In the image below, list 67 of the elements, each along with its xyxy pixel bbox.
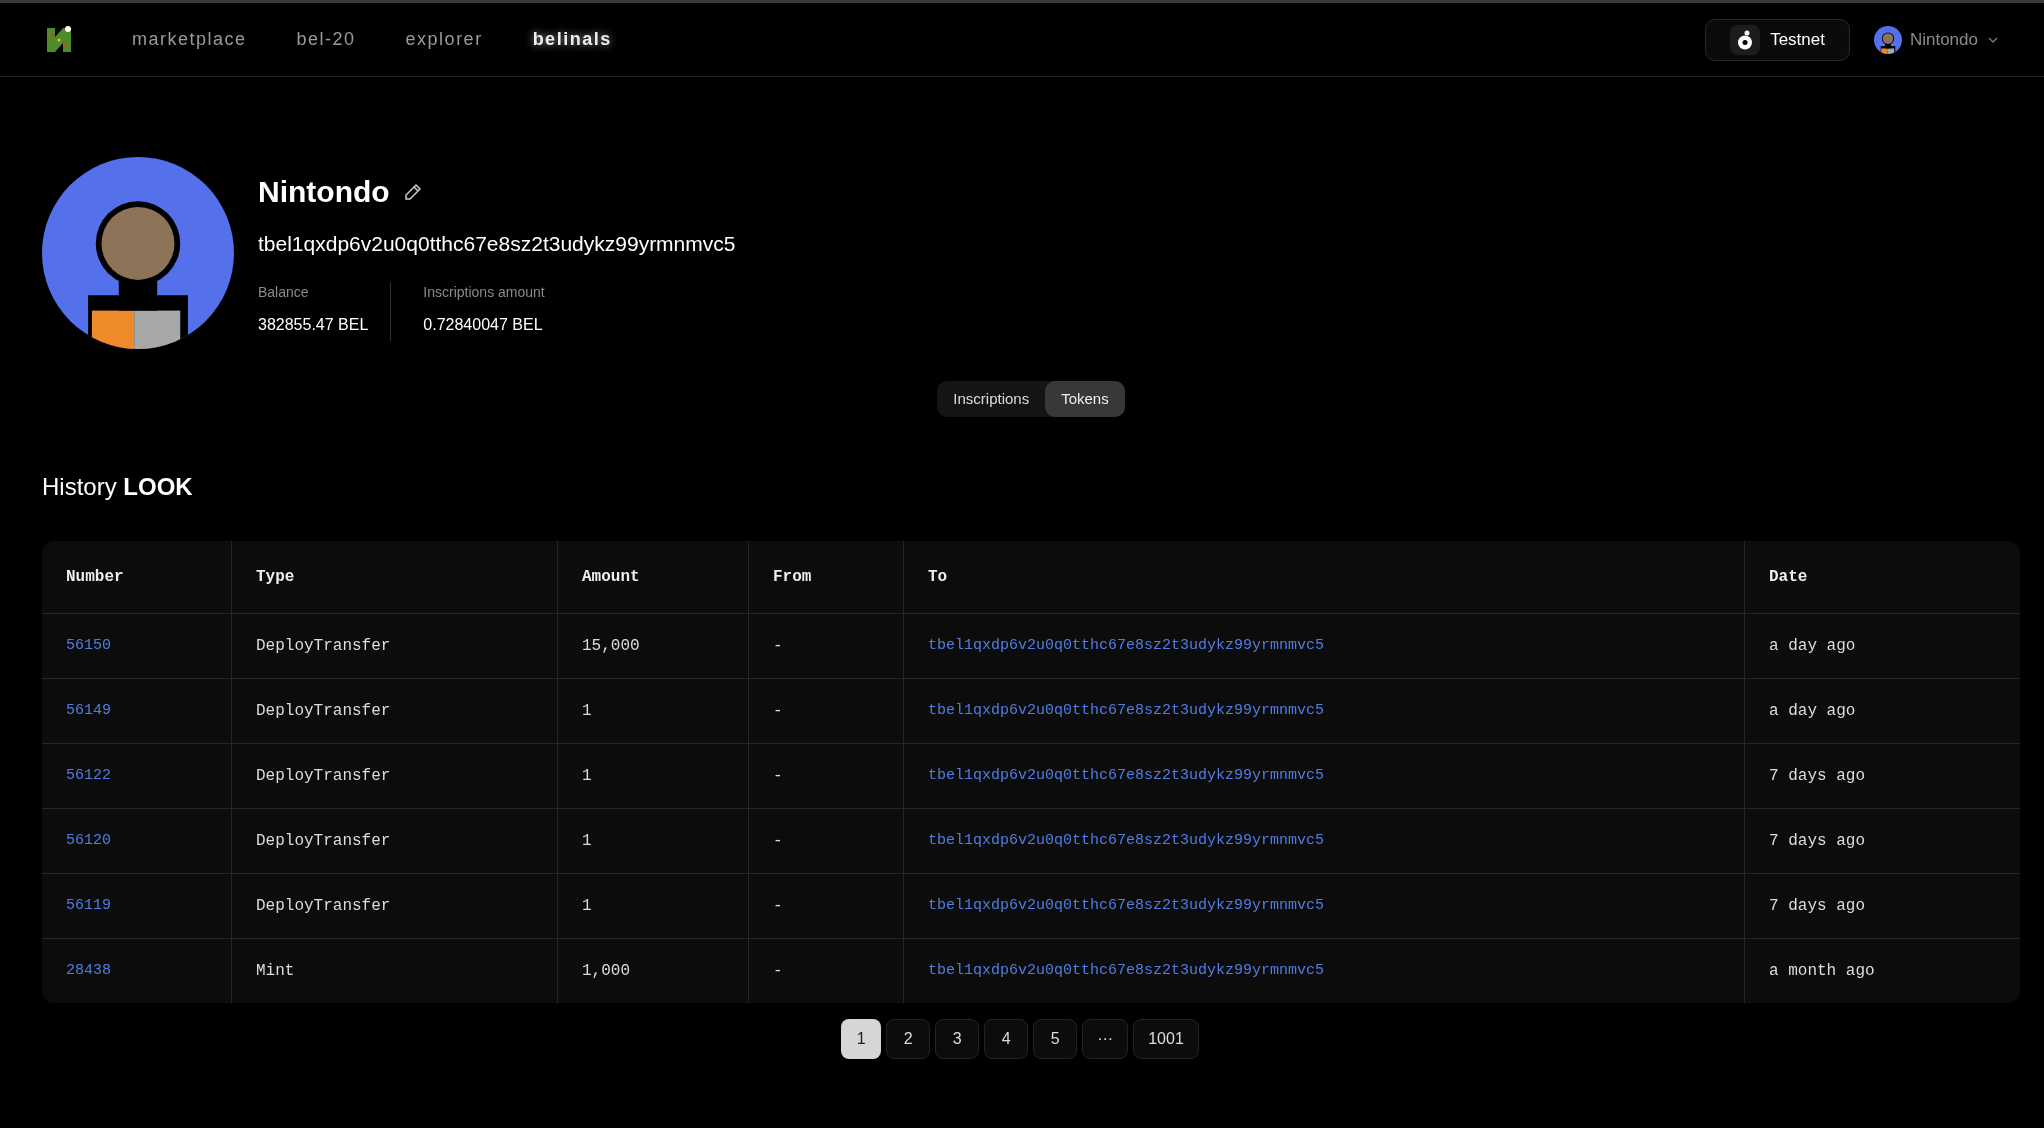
nav-link[interactable]: marketplace: [132, 26, 247, 53]
number-link[interactable]: 56150: [66, 634, 111, 658]
table-cell-text: DeployTransfer: [256, 831, 391, 852]
avatar-icon: [1873, 25, 1902, 54]
table-cell-text: -: [773, 701, 783, 722]
wallet-address: tbel1qxdp6v2u0q0tthc67e8sz2t3udykz99yrmnmvc5: [258, 231, 736, 257]
number-link[interactable]: 28438: [66, 959, 111, 983]
pencil-icon[interactable]: [403, 182, 422, 201]
address-link[interactable]: tbel1qxdp6v2u0q0tthc67e8sz2t3udykz99yrmnmvc5: [928, 764, 1325, 788]
page-button[interactable]: ···: [1082, 1019, 1129, 1059]
column-header: Type: [256, 567, 295, 588]
column-header: Number: [66, 567, 124, 588]
table-cell-text: DeployTransfer: [256, 766, 391, 787]
nav-link[interactable]: belinals: [532, 26, 612, 53]
address-link[interactable]: tbel1qxdp6v2u0q0tthc67e8sz2t3udykz99yrmnmvc5: [928, 634, 1325, 658]
page-button[interactable]: 4: [984, 1019, 1029, 1059]
stat-value: 382855.47 BEL: [258, 314, 369, 335]
stat-label: Balance: [258, 282, 310, 302]
address-link[interactable]: tbel1qxdp6v2u0q0tthc67e8sz2t3udykz99yrmnmvc5: [928, 699, 1325, 723]
table-cell-text: -: [773, 831, 783, 852]
table-cell-text: 7 days ago: [1769, 766, 1865, 787]
table-cell-text: 1: [582, 831, 592, 852]
nav-link[interactable]: bel-20: [296, 26, 356, 53]
section-title: History LOOK: [42, 472, 194, 502]
table-cell-text: Mint: [256, 961, 295, 982]
page-button[interactable]: 2: [886, 1019, 931, 1059]
table-cell-text: DeployTransfer: [256, 896, 391, 917]
tab[interactable]: Tokens: [1045, 381, 1125, 417]
table-cell-text: a day ago: [1769, 701, 1856, 722]
number-link[interactable]: 56149: [66, 699, 111, 723]
table-cell-text: 1: [582, 701, 592, 722]
table-cell-text: DeployTransfer: [256, 636, 391, 657]
table-cell-text: 15,000: [582, 636, 640, 657]
table-cell-text: 1: [582, 766, 592, 787]
profile-name: Nintondo: [258, 174, 390, 210]
address-link[interactable]: tbel1qxdp6v2u0q0tthc67e8sz2t3udykz99yrmnmvc5: [928, 829, 1325, 853]
column-header: Date: [1769, 567, 1808, 588]
page-button[interactable]: 1: [841, 1019, 882, 1059]
column-header: Amount: [582, 567, 640, 588]
column-header: From: [773, 567, 812, 588]
stat-label: Inscriptions amount: [423, 282, 545, 302]
page-button[interactable]: 3: [935, 1019, 980, 1059]
address-link[interactable]: tbel1qxdp6v2u0q0tthc67e8sz2t3udykz99yrmnmvc5: [928, 959, 1325, 983]
table-cell-text: -: [773, 896, 783, 917]
nav-link[interactable]: explorer: [405, 26, 483, 53]
page-button[interactable]: 5: [1033, 1019, 1078, 1059]
tab[interactable]: Inscriptions: [937, 381, 1046, 417]
table-cell-text: -: [773, 961, 783, 982]
table-cell-text: 7 days ago: [1769, 831, 1865, 852]
table-cell-text: 1,000: [582, 961, 630, 982]
table-cell-text: -: [773, 636, 783, 657]
account-menu[interactable]: Nintondo: [1873, 25, 2000, 54]
table-cell-text: a day ago: [1769, 636, 1856, 657]
table-cell-text: 7 days ago: [1769, 896, 1865, 917]
number-link[interactable]: 56119: [66, 894, 111, 918]
number-link[interactable]: 56122: [66, 764, 111, 788]
table-cell-text: DeployTransfer: [256, 701, 391, 722]
network-button[interactable]: Testnet: [1705, 18, 1850, 61]
address-link[interactable]: tbel1qxdp6v2u0q0tthc67e8sz2t3udykz99yrmnmvc5: [928, 894, 1325, 918]
stat-value: 0.72840047 BEL: [423, 314, 544, 335]
table-cell-text: a month ago: [1769, 961, 1875, 982]
table-cell-text: -: [773, 766, 783, 787]
number-link[interactable]: 56120: [66, 829, 111, 853]
table-cell-text: 1: [582, 896, 592, 917]
network-icon: [1737, 29, 1754, 50]
column-header: To: [928, 567, 948, 588]
page-button[interactable]: 1001: [1133, 1019, 1199, 1059]
